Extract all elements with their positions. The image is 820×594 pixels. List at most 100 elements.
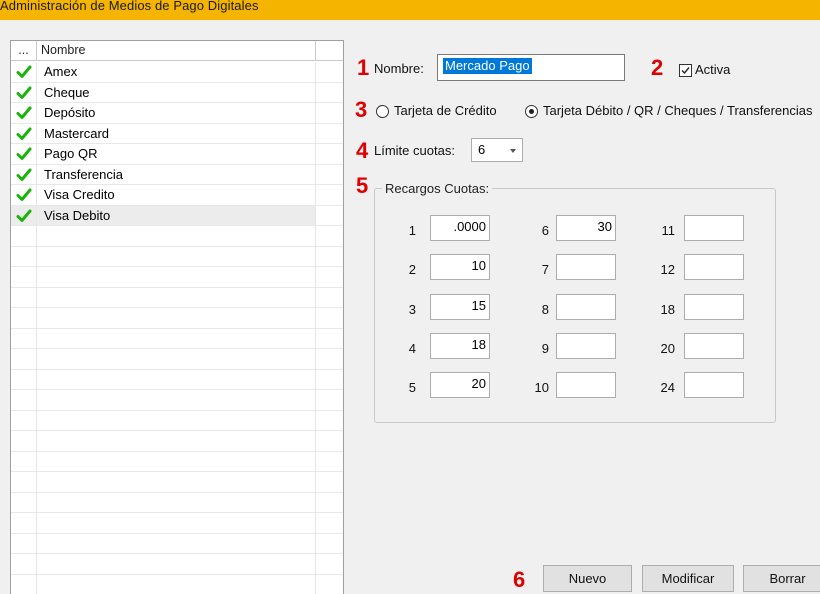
radio-tarjeta-credito[interactable] [376, 105, 389, 118]
row-status-cell [11, 267, 37, 287]
recargo-cuota-input[interactable] [684, 254, 744, 280]
cuota-number-label: 18 [660, 302, 675, 317]
cuota-number-label: 9 [541, 341, 549, 356]
recargo-cuota-input[interactable] [684, 333, 744, 359]
table-row[interactable]: Pago QR [11, 144, 343, 165]
radio-credito-label[interactable]: Tarjeta de Crédito [394, 103, 497, 118]
cuota-number-label: 11 [661, 223, 676, 238]
grid-header: ... Nombre [11, 41, 343, 61]
recargo-cuota-input[interactable] [556, 254, 616, 280]
row-name-cell: Visa Debito [37, 205, 316, 225]
table-row [11, 431, 343, 452]
row-status-cell [11, 205, 37, 225]
row-status-cell [11, 513, 37, 533]
recargo-cuota-input[interactable]: 18 [430, 333, 490, 359]
row-name-cell: Mastercard [37, 123, 316, 143]
borrar-button[interactable]: Borrar [743, 565, 820, 592]
checkmark-icon [681, 67, 690, 75]
recargo-cuota-input[interactable] [684, 294, 744, 320]
step-6: 6 [513, 567, 526, 592]
activa-checkbox[interactable] [679, 64, 692, 77]
cuota-number-label: 24 [660, 380, 675, 395]
check-icon [16, 106, 32, 119]
recargo-cuota-input[interactable]: 20 [430, 372, 490, 398]
payment-methods-grid[interactable]: ... Nombre Amex Cheque Depósito Mastercard P… [10, 40, 344, 594]
table-row [11, 246, 343, 267]
row-status-cell [11, 349, 37, 369]
header-dots[interactable]: ... [11, 41, 37, 61]
recargo-cuota-input[interactable] [684, 372, 744, 398]
table-row[interactable]: Visa Debito [11, 205, 343, 226]
step-2: 2 [651, 55, 664, 80]
recargo-cuota-input[interactable]: 30 [556, 215, 616, 241]
recargo-cuota-input[interactable] [556, 372, 616, 398]
row-status-cell [11, 328, 37, 348]
table-row [11, 574, 343, 594]
row-status-cell [11, 410, 37, 430]
cuota-number-label: 2 [408, 262, 416, 277]
table-row[interactable]: Transferencia [11, 164, 343, 185]
row-name-cell [37, 308, 316, 328]
window-title: Administración de Medios de Pago Digital… [0, 0, 259, 13]
radio-debito-label[interactable]: Tarjeta Débito / QR / Cheques / Transfer… [543, 103, 813, 118]
table-row[interactable]: Amex [11, 62, 343, 83]
cuota-number-label: 20 [660, 341, 675, 356]
nombre-value: Mercado Pago [443, 58, 532, 74]
row-name-cell: Pago QR [37, 144, 316, 164]
step-3: 3 [355, 97, 368, 122]
step-4: 4 [356, 138, 369, 163]
recargo-cuota-input[interactable]: 10 [430, 254, 490, 280]
row-status-cell [11, 451, 37, 471]
table-row[interactable]: Visa Credito [11, 185, 343, 206]
table-row[interactable]: Depósito [11, 103, 343, 124]
recargo-cuota-input[interactable]: .0000 [430, 215, 490, 241]
check-icon [16, 65, 32, 78]
check-icon [16, 209, 32, 222]
row-name-cell [37, 226, 316, 246]
recargo-cuota-input[interactable] [684, 215, 744, 241]
row-name-cell [37, 513, 316, 533]
recargo-cuota-input[interactable] [556, 294, 616, 320]
row-name-cell [37, 390, 316, 410]
table-row [11, 390, 343, 411]
check-icon [16, 147, 32, 160]
row-name-cell [37, 369, 316, 389]
row-name-cell: Transferencia [37, 164, 316, 184]
row-status-cell [11, 246, 37, 266]
recargo-cuota-input[interactable] [556, 333, 616, 359]
row-status-cell [11, 472, 37, 492]
nuevo-button[interactable]: Nuevo [543, 565, 632, 592]
table-row[interactable]: Cheque [11, 82, 343, 103]
table-row [11, 513, 343, 534]
row-status-cell [11, 574, 37, 594]
cuota-number-label: 7 [541, 262, 549, 277]
check-icon [16, 86, 32, 99]
limite-cuotas-select[interactable]: 6 [471, 138, 523, 162]
table-row [11, 451, 343, 472]
row-status-cell [11, 164, 37, 184]
row-status-cell [11, 308, 37, 328]
row-name-cell [37, 492, 316, 512]
row-name-cell [37, 574, 316, 594]
nombre-input[interactable]: Mercado Pago [437, 54, 625, 81]
row-status-cell [11, 226, 37, 246]
row-status-cell [11, 390, 37, 410]
radio-tarjeta-debito[interactable] [525, 105, 538, 118]
row-status-cell [11, 369, 37, 389]
table-row [11, 267, 343, 288]
row-name-cell [37, 328, 316, 348]
recargo-cuota-input[interactable]: 15 [430, 294, 490, 320]
row-status-cell [11, 62, 37, 82]
table-row[interactable]: Mastercard [11, 123, 343, 144]
cuota-number-label: 10 [534, 380, 549, 395]
cuota-number-label: 8 [541, 302, 549, 317]
table-row [11, 492, 343, 513]
table-row [11, 533, 343, 554]
row-status-cell [11, 103, 37, 123]
table-row [11, 308, 343, 329]
header-nombre[interactable]: Nombre [37, 41, 316, 61]
modificar-button[interactable]: Modificar [642, 565, 734, 592]
cuota-number-label: 3 [408, 302, 416, 317]
row-name-cell [37, 451, 316, 471]
recargos-title: Recargos Cuotas: [382, 181, 493, 196]
